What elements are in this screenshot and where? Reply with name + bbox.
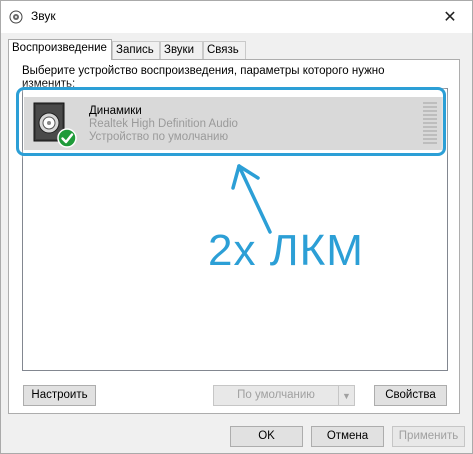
speaker-icon [9, 10, 23, 24]
apply-button[interactable]: Применить [392, 426, 465, 447]
set-default-button[interactable]: По умолчанию [213, 385, 339, 406]
cancel-button[interactable]: Отмена [311, 426, 384, 447]
tab-sounds[interactable]: Звуки [160, 41, 203, 59]
window-title: Звук [31, 9, 56, 23]
annotation-label: 2x ЛКМ [208, 226, 364, 275]
tab-recording[interactable]: Запись [112, 41, 160, 59]
title-bar[interactable]: Звук ✕ [1, 1, 472, 33]
tab-playback[interactable]: Воспроизведение [8, 39, 112, 60]
chevron-down-icon: ▼ [342, 390, 351, 401]
selection-highlight-frame [16, 87, 446, 156]
ok-button[interactable]: OK [230, 426, 303, 447]
close-button[interactable]: ✕ [428, 1, 472, 33]
configure-button[interactable]: Настроить [23, 385, 96, 406]
set-default-dropdown[interactable]: ▼ [338, 385, 355, 406]
close-icon: ✕ [443, 9, 457, 26]
tab-communications[interactable]: Связь [203, 41, 246, 59]
properties-button[interactable]: Свойства [374, 385, 447, 406]
